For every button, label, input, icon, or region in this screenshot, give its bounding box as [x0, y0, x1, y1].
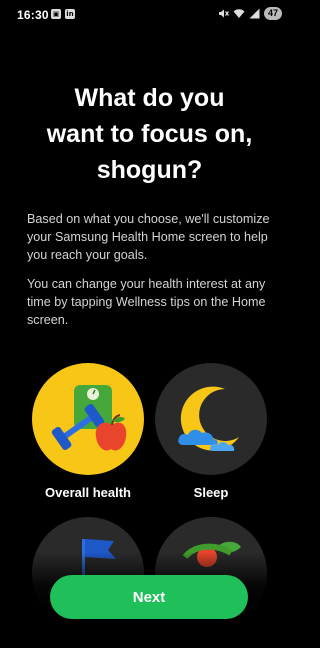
battery-level: 47 — [263, 7, 282, 20]
intro-paragraph: Based on what you choose, we'll customiz… — [27, 212, 270, 262]
status-right: 47 — [218, 7, 282, 20]
next-button[interactable]: Next — [50, 575, 248, 619]
wifi-icon — [233, 8, 245, 19]
dumbbell-apple-scale-icon — [32, 363, 144, 475]
overall-health-circle[interactable] — [32, 363, 144, 475]
signal-icon — [249, 8, 260, 19]
linkedin-icon: in — [65, 9, 75, 19]
status-bar: 16:30 ▣ in 47 — [0, 0, 299, 30]
photo-icon: ▣ — [51, 9, 61, 19]
mute-icon — [218, 8, 229, 19]
info-paragraph: You can change your health interest at a… — [27, 277, 266, 327]
moon-cloud-icon — [155, 363, 267, 475]
status-time: 16:30 — [17, 8, 49, 22]
page-title: What do you want to focus on, shogun? — [46, 84, 253, 184]
option-sleep[interactable]: Sleep — [153, 363, 269, 500]
option-label-sleep: Sleep — [193, 485, 229, 500]
status-left-icons: ▣ in — [51, 9, 75, 19]
option-label-overall-health: Overall health — [45, 485, 131, 500]
sleep-circle[interactable] — [155, 363, 267, 475]
option-overall-health[interactable]: Overall health — [30, 363, 146, 500]
